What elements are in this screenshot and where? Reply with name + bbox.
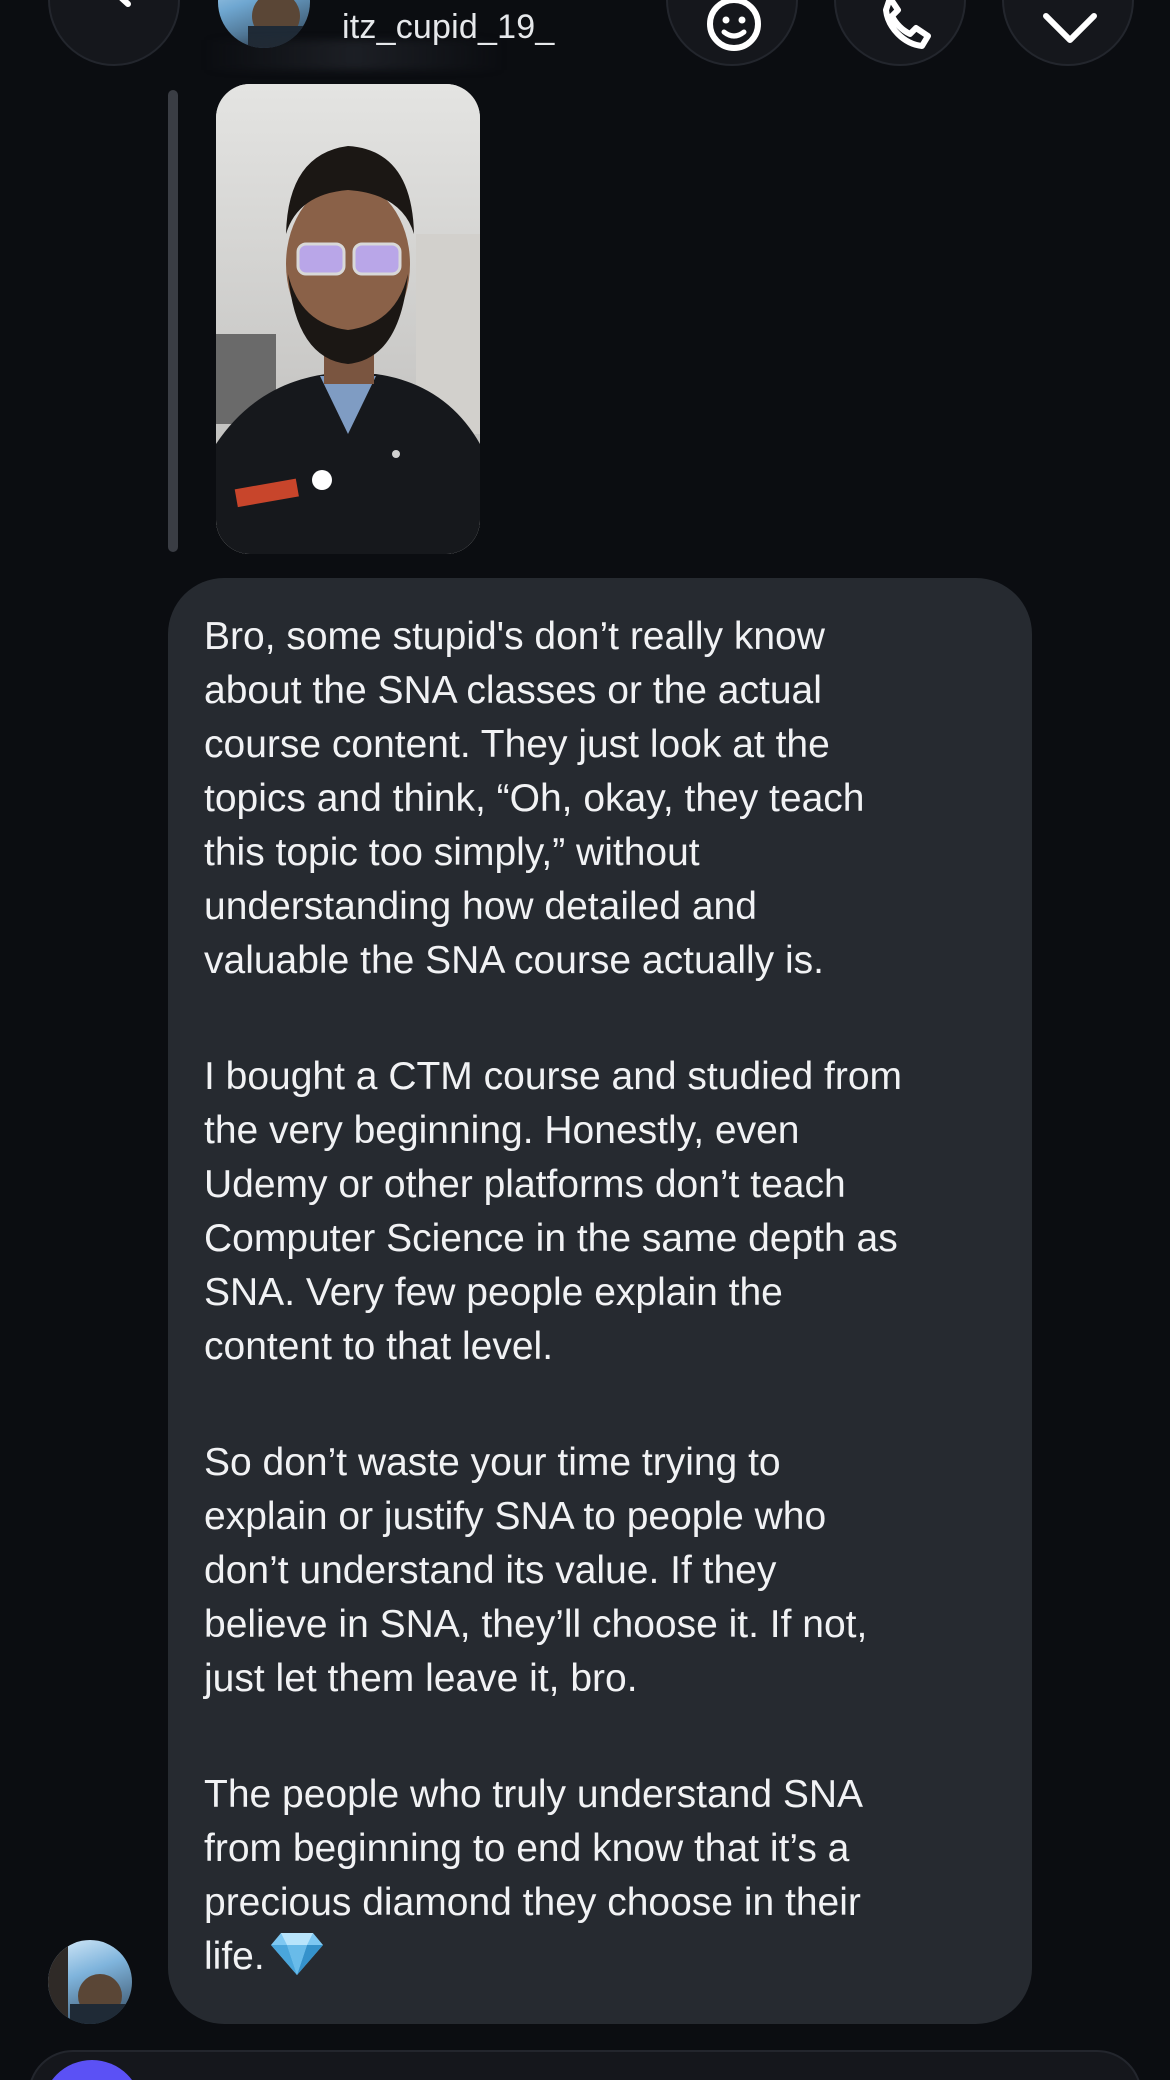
profile-photo-icon: [48, 1940, 132, 2024]
thread-header: itz_cupid_19_: [0, 0, 1170, 72]
camera-button[interactable]: [42, 2060, 142, 2080]
message-paragraph: So don’t waste your time trying to expla…: [204, 1441, 868, 1700]
reply-video-thumbnail[interactable]: [216, 84, 480, 554]
message-input[interactable]: [160, 2062, 864, 2080]
message-bubble[interactable]: Bro, some stupid's don’t really know abo…: [168, 578, 1032, 2024]
sticker-icon: [707, 0, 761, 51]
reply-indicator-bar: [168, 90, 178, 552]
back-button[interactable]: [48, 0, 180, 66]
dm-thread-screen: itz_cupid_19_ Bro, some stupid's don’t r…: [0, 0, 1170, 2080]
camera-icon: [42, 2060, 142, 2080]
gem-icon: [270, 1931, 323, 1990]
message-paragraph: Bro, some stupid's don’t really know abo…: [204, 615, 865, 982]
message-paragraph-last: The people who truly understand SNA from…: [204, 1768, 992, 1990]
sticker-button[interactable]: [666, 0, 798, 66]
video-thumbnail-icon: [216, 84, 480, 554]
call-button[interactable]: [834, 0, 966, 66]
sender-avatar[interactable]: [48, 1940, 132, 2024]
message-paragraph: I bought a CTM course and studied from t…: [204, 1055, 903, 1368]
tag-button[interactable]: [1002, 0, 1134, 66]
phone-icon: [883, 0, 931, 49]
back-icon: [119, 0, 131, 7]
header-username[interactable]: itz_cupid_19_: [342, 8, 554, 47]
tag-icon: [1043, 13, 1097, 43]
